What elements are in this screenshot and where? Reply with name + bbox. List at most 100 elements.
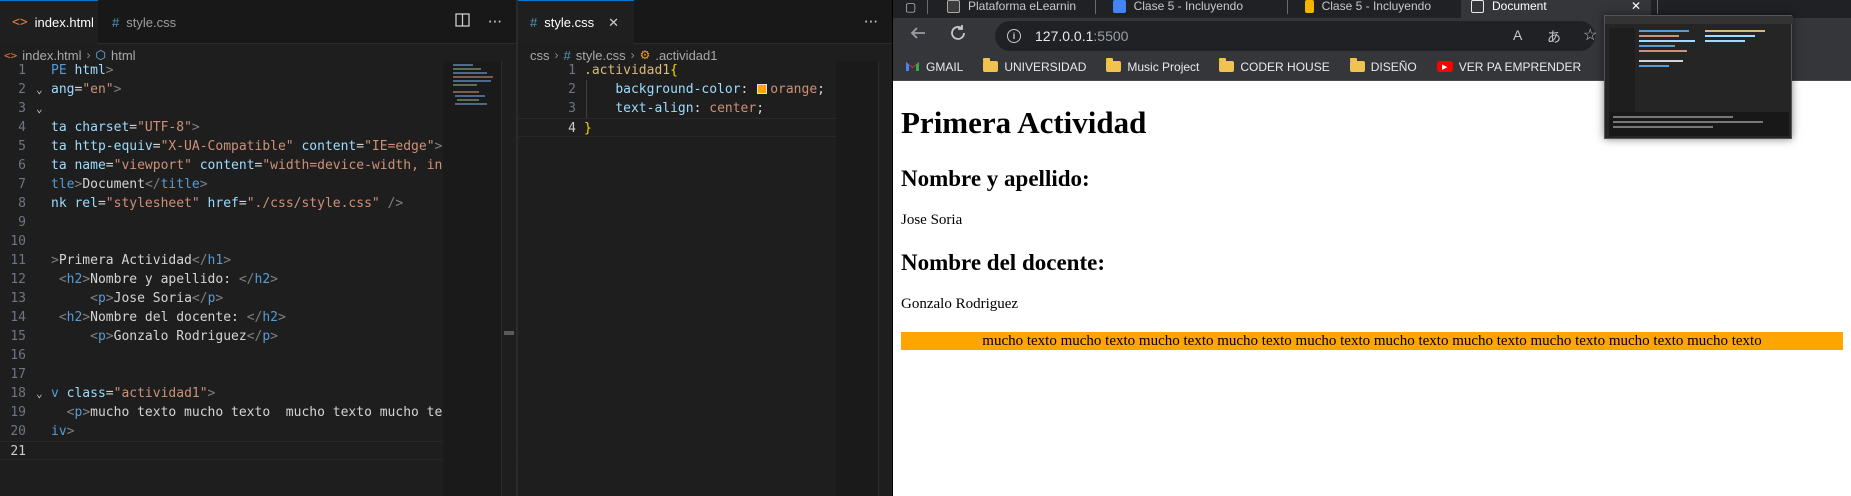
css-file-icon: # <box>530 15 538 30</box>
editor-style-css: # style.css ✕ ··· css › # style.css › ⚙ … <box>518 0 892 496</box>
address-host: 127.0.0.1 <box>1035 28 1094 44</box>
more-actions-icon[interactable]: ··· <box>488 13 502 31</box>
site-info-icon[interactable]: i <box>1007 29 1021 43</box>
bookmark-music-project[interactable]: Music Project <box>1106 58 1199 74</box>
folder-icon <box>983 58 999 72</box>
color-swatch-icon[interactable] <box>757 84 768 94</box>
browser-tab[interactable]: Clase 5 - Incluyendo <box>1103 0 1253 18</box>
line-number: 4 <box>568 121 576 136</box>
bookmark-coder-house[interactable]: CODER HOUSE <box>1219 58 1330 74</box>
html-file-icon: <> <box>12 15 28 30</box>
fold-chevron-icon[interactable]: ⌄ <box>36 80 43 99</box>
chevron-right-icon: › <box>630 48 635 62</box>
code-text: >Primera Actividad</h1> <box>51 253 232 268</box>
code-line[interactable]: 17 <box>0 365 516 384</box>
youtube-icon: ▶ <box>1436 61 1453 72</box>
code-text: ta name="viewport" content="width=device… <box>51 158 451 173</box>
browser-tab-label: Document <box>1492 0 1547 13</box>
close-tab-icon[interactable]: ✕ <box>608 15 619 31</box>
tab-actions-icon[interactable]: ▢ <box>905 0 916 14</box>
line-number: 19 <box>10 405 26 420</box>
line-number: 12 <box>10 272 26 287</box>
code-line[interactable]: 2 ⌄ ang="en"> <box>0 80 516 99</box>
code-line[interactable]: 18 ⌄ v class="actividad1"> <box>0 384 516 403</box>
tab-favicon <box>1113 0 1126 13</box>
code-text: .actividad1{ <box>584 63 678 78</box>
code-line[interactable]: 13 <p>Jose Soria</p> <box>0 289 516 308</box>
code-line[interactable]: 10 <box>0 232 516 251</box>
code-line[interactable]: 19 <p>mucho texto mucho texto mucho text… <box>0 403 516 422</box>
code-line[interactable]: 5 ta http-equiv="X-UA-Compatible" content… <box>0 137 516 156</box>
window-preview-thumbnail[interactable] <box>1604 15 1793 139</box>
minimap[interactable] <box>836 61 878 496</box>
tab-style-css[interactable]: # style.css <box>100 0 188 44</box>
line-number: 20 <box>10 424 26 439</box>
code-line[interactable]: 14 <h2>Nombre del docente: </h2> <box>0 308 516 327</box>
translate-icon[interactable]: あ <box>1547 27 1561 47</box>
bookmark-label: GMAIL <box>926 59 964 74</box>
split-editor-icon[interactable] <box>455 13 470 31</box>
close-tab-icon[interactable]: ✕ <box>1631 0 1641 13</box>
line-number: 3 <box>18 101 26 116</box>
address-port: :5500 <box>1093 28 1129 44</box>
code-line[interactable]: 9 <box>0 213 516 232</box>
line-number: 14 <box>10 310 26 325</box>
html-file-icon: <> <box>4 48 18 62</box>
back-arrow-icon[interactable] <box>909 24 927 47</box>
favorite-star-icon[interactable]: ☆ <box>1583 25 1597 45</box>
address-bar[interactable]: i 127.0.0.1:5500 <box>995 21 1595 51</box>
element-icon: ⬡ <box>95 48 106 62</box>
browser-tab[interactable]: Plataforma eLearnin <box>937 0 1087 18</box>
selector-icon: ⚙ <box>639 48 651 62</box>
code-line[interactable]: 21 <box>0 441 516 460</box>
line-number: 3 <box>568 101 576 116</box>
code-text: v class="actividad1"> <box>51 386 216 401</box>
fold-chevron-icon[interactable]: ⌄ <box>36 99 43 118</box>
line-number: 15 <box>10 329 26 344</box>
more-actions-icon[interactable]: ··· <box>864 13 878 31</box>
browser-tab-label: Clase 5 - Incluyendo <box>1321 0 1431 13</box>
code-line[interactable]: 6 ta name="viewport" content="width=devic… <box>0 156 516 175</box>
name-text: Jose Soria <box>901 212 963 228</box>
chevron-right-icon: › <box>554 48 559 62</box>
bookmark-label: UNIVERSIDAD <box>1004 59 1087 74</box>
bookmark-diseno[interactable]: DISEÑO <box>1349 58 1417 74</box>
code-line[interactable]: 20 iv> <box>0 422 516 441</box>
tab-label: index.html <box>34 15 94 30</box>
code-line[interactable]: 3 ⌄ <box>0 99 516 118</box>
vertical-scrollbar[interactable] <box>501 61 515 496</box>
code-line[interactable]: 4 ta charset="UTF-8"> <box>0 118 516 137</box>
code-text: ta charset="UTF-8"> <box>51 120 200 135</box>
editor-tab-bar: <> index.html # style.css ··· <box>0 0 516 44</box>
fold-chevron-icon[interactable]: ⌄ <box>36 384 43 403</box>
code-text: <p>mucho texto mucho texto mucho texto m… <box>66 405 451 420</box>
line-number: 11 <box>10 253 26 268</box>
browser-tab-label: Clase 5 - Incluyendo <box>1133 0 1243 13</box>
code-editor[interactable]: 1 PE html> 2 ⌄ ang="en"> 3 ⌄ 4 ta charset="UTF-8… <box>0 61 516 496</box>
bookmark-label: DISEÑO <box>1370 59 1417 74</box>
vertical-scrollbar[interactable] <box>878 61 892 496</box>
tab-style-css[interactable]: # style.css ✕ <box>518 0 634 44</box>
bookmark-gmail[interactable]: GMAIL <box>905 60 963 74</box>
line-number: 4 <box>18 120 26 135</box>
bookmark-universidad[interactable]: UNIVERSIDAD <box>983 58 1087 74</box>
read-aloud-icon[interactable]: A <box>1513 27 1522 43</box>
minimap[interactable] <box>443 61 501 496</box>
code-line[interactable]: 11 >Primera Actividad</h1> <box>0 251 516 270</box>
reload-icon[interactable] <box>949 24 967 47</box>
code-line[interactable]: 16 <box>0 346 516 365</box>
line-number: 21 <box>10 444 26 459</box>
code-line[interactable]: 7 tle>Document</title> <box>0 175 516 194</box>
actividad1-block: mucho texto mucho texto mucho texto much… <box>901 332 1843 350</box>
code-line[interactable]: 8 nk rel="stylesheet" href="./css/style.c… <box>0 194 516 213</box>
code-line[interactable]: 15 <p>Gonzalo Rodriguez</p> <box>0 327 516 346</box>
browser-tab[interactable]: Clase 5 - Incluyendo <box>1295 0 1441 18</box>
line-number: 17 <box>10 367 26 382</box>
code-text: ta http-equiv="X-UA-Compatible" content=… <box>51 139 443 154</box>
bookmark-ver-pa-emprender[interactable]: ▶ VER PA EMPRENDER <box>1436 60 1581 74</box>
code-line[interactable]: 12 <h2>Nombre y apellido: </h2> <box>0 270 516 289</box>
code-line[interactable]: 1 PE html> <box>0 61 516 80</box>
code-text: <h2>Nombre y apellido: </h2> <box>58 272 278 287</box>
line-number: 1 <box>568 63 576 78</box>
tab-index-html[interactable]: <> index.html <box>0 0 98 44</box>
